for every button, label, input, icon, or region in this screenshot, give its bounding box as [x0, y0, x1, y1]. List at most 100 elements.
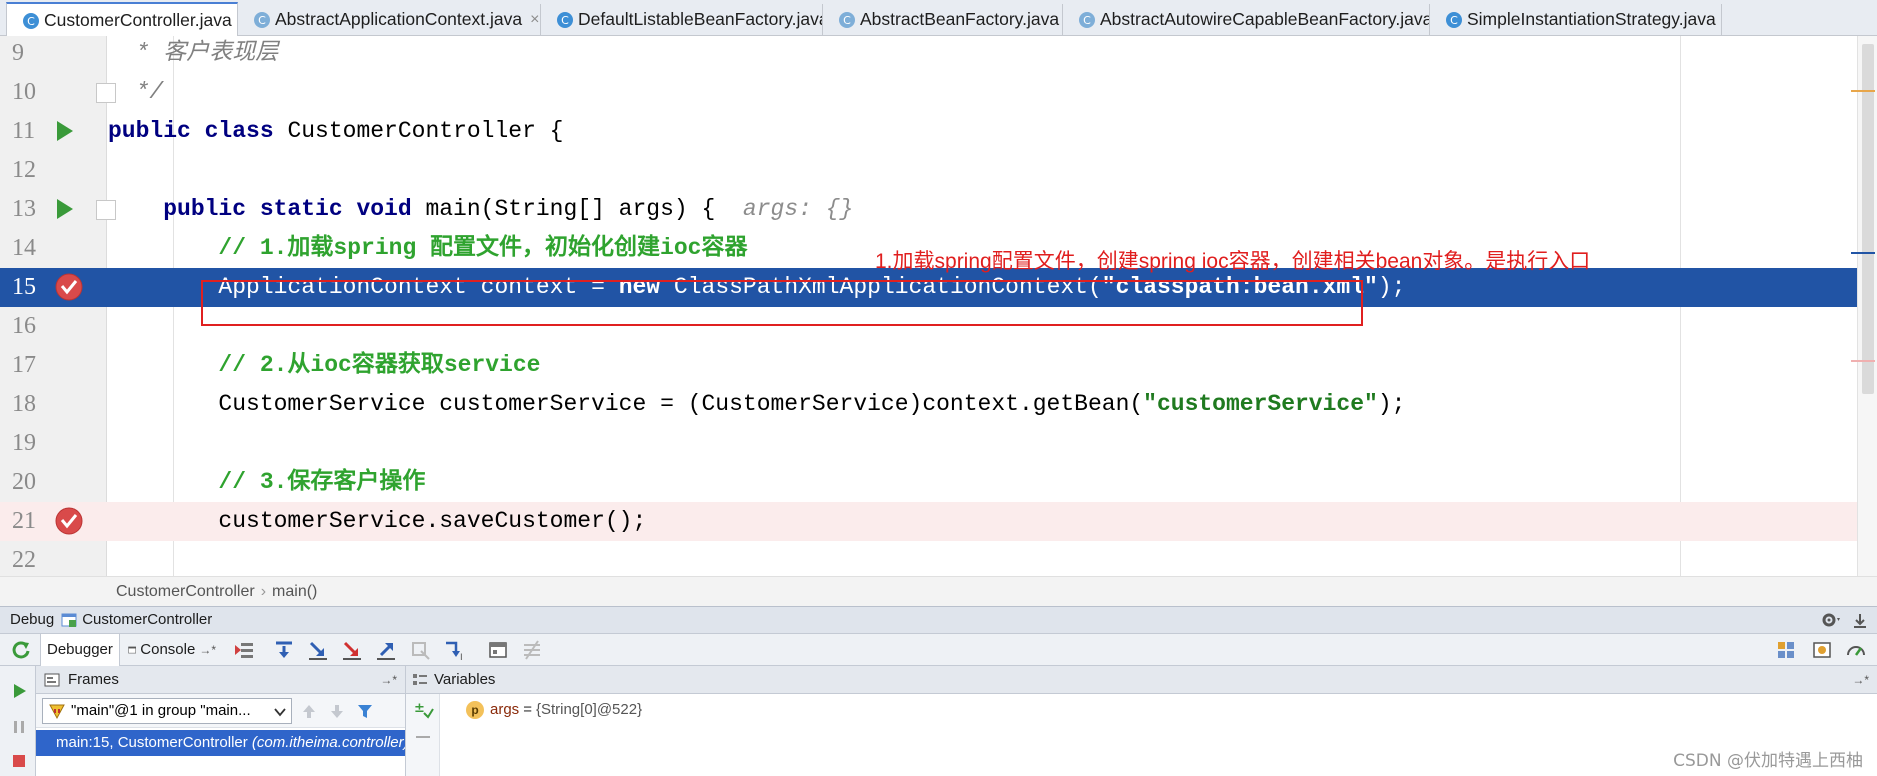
close-icon[interactable]: × — [530, 11, 539, 29]
code-token: // 2.从ioc容器获取service — [108, 352, 541, 378]
code-editor[interactable]: 9 * 客户表现层 10 */11 public class CustomerCon… — [0, 36, 1877, 576]
remove-watch-icon[interactable] — [414, 734, 432, 740]
pin-icon[interactable]: →* — [1852, 666, 1869, 694]
run-gutter-icon[interactable] — [54, 119, 76, 143]
code-text[interactable]: // 1.加载spring 配置文件，初始化创建ioc容器 — [108, 229, 747, 268]
gear-icon[interactable] — [1821, 611, 1843, 629]
stack-frame-selected[interactable]: main:15, CustomerController (com.itheima… — [36, 730, 405, 756]
show-execution-point-icon[interactable] — [233, 639, 255, 661]
watch-icon[interactable]: ± — [412, 698, 434, 720]
debug-actions-rail — [0, 666, 36, 776]
memory-view-icon[interactable] — [1811, 639, 1833, 661]
code-text[interactable]: * 客户表现层 — [108, 36, 279, 73]
evaluate-expression-icon[interactable] — [487, 639, 509, 661]
force-step-into-icon[interactable] — [341, 639, 363, 661]
line-number[interactable]: 15 — [12, 268, 36, 307]
pause-program-icon[interactable] — [10, 718, 28, 736]
code-line[interactable]: 13 public static void main(String[] args… — [0, 190, 1877, 229]
line-number[interactable]: 19 — [12, 424, 36, 463]
tab-debugger[interactable]: Debugger — [40, 634, 120, 666]
code-line[interactable]: 21 customerService.saveCustomer(); — [0, 502, 1877, 541]
line-number[interactable]: 9 — [12, 36, 24, 73]
svg-text:±: ± — [414, 701, 425, 716]
resume-program-icon[interactable] — [10, 682, 28, 700]
code-text[interactable]: CustomerService customerService = (Custo… — [108, 385, 1405, 424]
tab-console[interactable]: Console →* — [122, 634, 222, 666]
code-line[interactable]: 19 — [0, 424, 1877, 463]
code-line[interactable]: 22 — [0, 541, 1877, 576]
line-number[interactable]: 12 — [12, 151, 36, 190]
line-number[interactable]: 17 — [12, 346, 36, 385]
current-line-marker[interactable] — [1851, 252, 1875, 254]
code-text[interactable]: public class CustomerController { — [108, 112, 563, 151]
code-text[interactable]: // 2.从ioc容器获取service — [108, 346, 540, 385]
line-number[interactable]: 10 — [12, 73, 36, 112]
overhead-icon[interactable] — [1845, 639, 1867, 661]
code-token: */ — [108, 79, 164, 105]
svg-text:C: C — [1450, 14, 1458, 27]
line-number[interactable]: 20 — [12, 463, 36, 502]
svg-text:C: C — [843, 14, 851, 27]
frames-icon — [44, 673, 60, 687]
console-icon — [128, 646, 137, 654]
variables-label: Variables — [434, 671, 496, 688]
drop-frame-icon[interactable] — [409, 639, 431, 661]
rerun-icon[interactable] — [10, 639, 32, 661]
thread-dropdown[interactable]: "main"@1 in group "main... — [42, 698, 292, 724]
code-line[interactable]: 11 public class CustomerController { — [0, 112, 1877, 151]
code-token: // 1.加载spring 配置文件，初始化创建ioc容器 — [108, 235, 748, 261]
pin-icon[interactable]: →* — [380, 666, 397, 694]
java-class-icon: C — [1446, 11, 1462, 28]
trace-current-stream-icon[interactable] — [521, 639, 543, 661]
svg-text:C: C — [561, 14, 569, 27]
code-line[interactable]: 18 CustomerService customerService = (Cu… — [0, 385, 1877, 424]
breadcrumb-class[interactable]: CustomerController — [116, 583, 255, 600]
line-number[interactable]: 16 — [12, 307, 36, 346]
code-text[interactable]: */ — [108, 73, 164, 112]
step-out-icon[interactable] — [375, 639, 397, 661]
breakpoint-icon[interactable] — [54, 506, 84, 536]
stop-icon[interactable] — [10, 752, 28, 770]
variable-row[interactable]: p args = {String[0]@522} — [466, 698, 642, 722]
code-text[interactable]: customerService.saveCustomer(); — [108, 502, 646, 541]
line-number[interactable]: 18 — [12, 385, 36, 424]
tab-abstract-autowire-capable-bean-factory[interactable]: C AbstractAutowireCapableBeanFactory.jav… — [1063, 4, 1430, 35]
tab-default-listable-bean-factory[interactable]: C DefaultListableBeanFactory.java × — [541, 4, 823, 35]
tab-abstract-application-context[interactable]: C AbstractApplicationContext.java × — [238, 4, 541, 35]
breadcrumb-method[interactable]: main() — [272, 583, 317, 600]
code-line[interactable]: 20 // 3.保存客户操作 — [0, 463, 1877, 502]
tab-simple-instantiation-strategy[interactable]: C SimpleInstantiationStrategy.java × — [1430, 4, 1722, 35]
code-text[interactable]: // 3.保存客户操作 — [108, 463, 425, 502]
line-number[interactable]: 14 — [12, 229, 36, 268]
next-frame-icon[interactable] — [328, 702, 346, 720]
code-line[interactable]: 12 — [0, 151, 1877, 190]
tab-label: DefaultListableBeanFactory.java — [578, 9, 823, 29]
line-number[interactable]: 22 — [12, 541, 36, 576]
warning-marker[interactable] — [1851, 90, 1875, 92]
restore-layout-icon[interactable] — [1775, 639, 1797, 661]
line-number[interactable]: 21 — [12, 502, 36, 541]
code-line[interactable]: 10 */ — [0, 73, 1877, 112]
run-gutter-icon[interactable] — [54, 197, 76, 221]
editor-vertical-scrollbar[interactable] — [1857, 36, 1877, 576]
line-number[interactable]: 13 — [12, 190, 36, 229]
step-over-icon[interactable] — [273, 639, 295, 661]
code-line[interactable]: 9 * 客户表现层 — [0, 36, 1877, 73]
tab-customer-controller[interactable]: C CustomerController.java × — [6, 2, 238, 37]
pin-icon[interactable]: →* — [199, 634, 216, 666]
run-to-cursor-icon[interactable]: I — [443, 639, 465, 661]
code-token: public static void — [108, 196, 426, 222]
breakpoint-marker[interactable] — [1851, 360, 1875, 362]
previous-frame-icon[interactable] — [300, 702, 318, 720]
step-into-icon[interactable] — [307, 639, 329, 661]
line-number[interactable]: 11 — [12, 112, 35, 151]
filter-icon[interactable] — [356, 702, 374, 720]
hide-panel-icon[interactable] — [1851, 611, 1869, 629]
breakpoint-icon[interactable] — [54, 272, 84, 302]
tab-abstract-bean-factory[interactable]: C AbstractBeanFactory.java × — [823, 4, 1063, 35]
code-line[interactable]: 17 // 2.从ioc容器获取service — [0, 346, 1877, 385]
variables-header: Variables →* — [406, 666, 1877, 694]
debug-config-name[interactable]: CustomerController — [82, 607, 212, 633]
scrollbar-thumb[interactable] — [1862, 44, 1874, 394]
code-text[interactable]: public static void main(String[] args) {… — [108, 190, 853, 229]
